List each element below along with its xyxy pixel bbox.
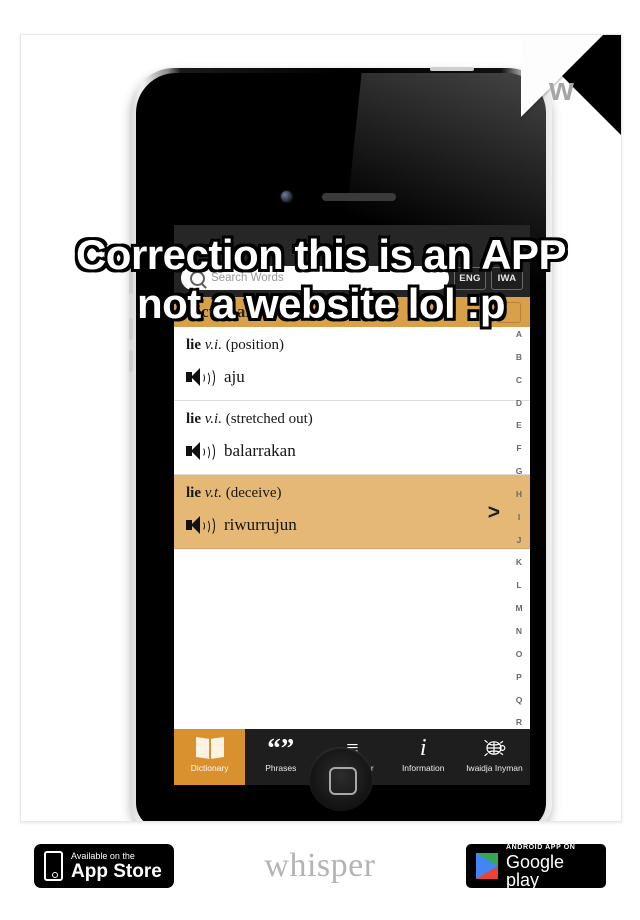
alphabet-index-letter[interactable]: P <box>516 673 522 682</box>
tab-label: Information <box>401 763 445 773</box>
speaker-icon[interactable] <box>186 442 215 462</box>
volume-up-button <box>129 318 133 340</box>
google-play-google-word: Google <box>506 851 565 872</box>
alphabet-index-letter[interactable]: H <box>516 490 522 499</box>
tab-label: Phrases <box>265 763 297 773</box>
entry-translation-row: riwurrujun <box>186 515 518 536</box>
volume-down-button <box>129 350 133 372</box>
google-play-icon <box>476 853 498 879</box>
home-button[interactable] <box>309 747 373 811</box>
entry-translation: balarrakan <box>224 441 296 460</box>
language-toggle-iwa[interactable]: IWA <box>491 266 523 290</box>
alphabet-index-letter[interactable]: A <box>516 330 522 339</box>
search-icon <box>190 270 205 286</box>
search-bar-row: Search Words ENG IWA <box>174 259 530 297</box>
mute-switch <box>129 268 133 294</box>
language-toggle-eng[interactable]: ENG <box>454 266 486 290</box>
app-store-small-label: Available on the <box>71 850 135 861</box>
alphabet-index-letter[interactable]: Q <box>516 695 523 705</box>
phone-screen-glass: Search Words ENG IWA Dictionary lie v.i.… <box>136 73 546 821</box>
iphone-device-photo: Search Words ENG IWA Dictionary lie v.i.… <box>129 67 552 821</box>
iphone-icon <box>44 851 63 881</box>
turtle-icon <box>481 735 507 761</box>
app-screen: Search Words ENG IWA Dictionary lie v.i.… <box>174 225 530 785</box>
entry-translation-row: aju <box>186 367 518 388</box>
section-badge <box>497 302 521 323</box>
entry-headword: lie <box>186 411 201 427</box>
tab-phrases[interactable]: “” Phrases <box>245 729 316 785</box>
alphabet-index-letter[interactable]: B <box>516 353 522 362</box>
open-book-icon <box>195 735 224 761</box>
speaker-icon[interactable] <box>186 516 215 536</box>
power-button <box>430 67 474 71</box>
list-item[interactable]: lie v.i. (position) aju <box>174 327 530 401</box>
alphabet-index-letter[interactable]: F <box>516 444 521 453</box>
alphabet-index-letter[interactable]: K <box>516 558 522 567</box>
entry-sense: (stretched out) <box>225 411 313 427</box>
tab-dictionary[interactable]: Dictionary <box>174 729 246 785</box>
tab-information[interactable]: i Information <box>388 729 459 785</box>
entry-translation: aju <box>224 367 245 386</box>
whisper-w-logo: w <box>549 71 574 107</box>
alphabet-index-letter[interactable]: R <box>516 718 522 727</box>
alphabet-index-letter[interactable]: M <box>515 604 522 613</box>
entry-pos: v.t. <box>204 485 222 501</box>
earpiece-speaker-icon <box>322 193 396 201</box>
list-item-selected[interactable]: lie v.t. (deceive) riwurrujun > <box>174 475 530 549</box>
alphabet-index[interactable]: A B C D E F G H I J K L M N O P Q R <box>508 327 530 729</box>
alphabet-index-letter[interactable]: L <box>516 581 521 590</box>
tab-label: Dictionary <box>190 763 229 773</box>
alphabet-index-letter[interactable]: I <box>518 513 520 522</box>
dictionary-entry-list[interactable]: lie v.i. (position) aju lie v.i. (stretc… <box>174 327 530 729</box>
section-header-bar: Dictionary <box>174 297 530 327</box>
section-title: Dictionary <box>184 302 262 321</box>
google-play-small-label: ANDROID APP ON <box>506 843 576 851</box>
info-italic-i-icon: i <box>419 735 427 761</box>
alphabet-index-letter[interactable]: D <box>516 399 522 408</box>
alphabet-index-letter[interactable]: C <box>516 376 522 385</box>
app-header-bar <box>174 225 530 259</box>
whisper-wordmark: whisper <box>264 847 376 884</box>
home-square-icon <box>329 767 357 795</box>
alphabet-index-letter[interactable]: N <box>516 627 522 636</box>
entry-pos: v.i. <box>204 411 222 427</box>
search-placeholder: Search Words <box>211 272 284 284</box>
entry-headline: lie v.i. (position) <box>186 337 518 354</box>
google-play-badge[interactable]: ANDROID APP ON Google play <box>466 843 606 889</box>
alphabet-index-letter[interactable]: O <box>516 650 523 659</box>
entry-pos: v.i. <box>204 337 222 353</box>
app-store-big-label: App Store <box>71 860 162 882</box>
entry-translation: riwurrujun <box>224 515 297 534</box>
alphabet-index-letter[interactable]: G <box>516 467 523 476</box>
entry-headline: lie v.i. (stretched out) <box>186 411 518 428</box>
quote-marks-icon: “” <box>267 732 295 763</box>
entry-headword: lie <box>186 485 201 501</box>
entry-headline: lie v.t. (deceive) <box>186 485 518 502</box>
google-play-big-label: Google play <box>506 853 596 889</box>
entry-sense: (position) <box>225 337 285 353</box>
tab-iwaidja-inyman[interactable]: Iwaidja Inyman <box>459 729 530 785</box>
app-store-badge[interactable]: Available on the App Store <box>34 844 174 888</box>
entry-sense: (deceive) <box>225 485 282 501</box>
search-input[interactable]: Search Words <box>181 266 449 290</box>
google-play-play-word: play <box>506 869 540 890</box>
entry-translation-row: balarrakan <box>186 441 518 462</box>
store-badges-footer: Available on the App Store whisper ANDRO… <box>0 820 640 920</box>
chevron-right-icon[interactable]: > <box>488 501 500 525</box>
list-item[interactable]: lie v.i. (stretched out) balarrakan <box>174 401 530 475</box>
alphabet-index-letter[interactable]: E <box>516 421 522 430</box>
front-camera-icon <box>281 191 292 202</box>
tab-label: Iwaidja Inyman <box>466 763 523 773</box>
speaker-icon[interactable] <box>186 368 215 388</box>
whisper-post-card: Search Words ENG IWA Dictionary lie v.i.… <box>20 34 622 822</box>
alphabet-index-letter[interactable]: J <box>517 536 522 545</box>
entry-headword: lie <box>186 337 201 353</box>
